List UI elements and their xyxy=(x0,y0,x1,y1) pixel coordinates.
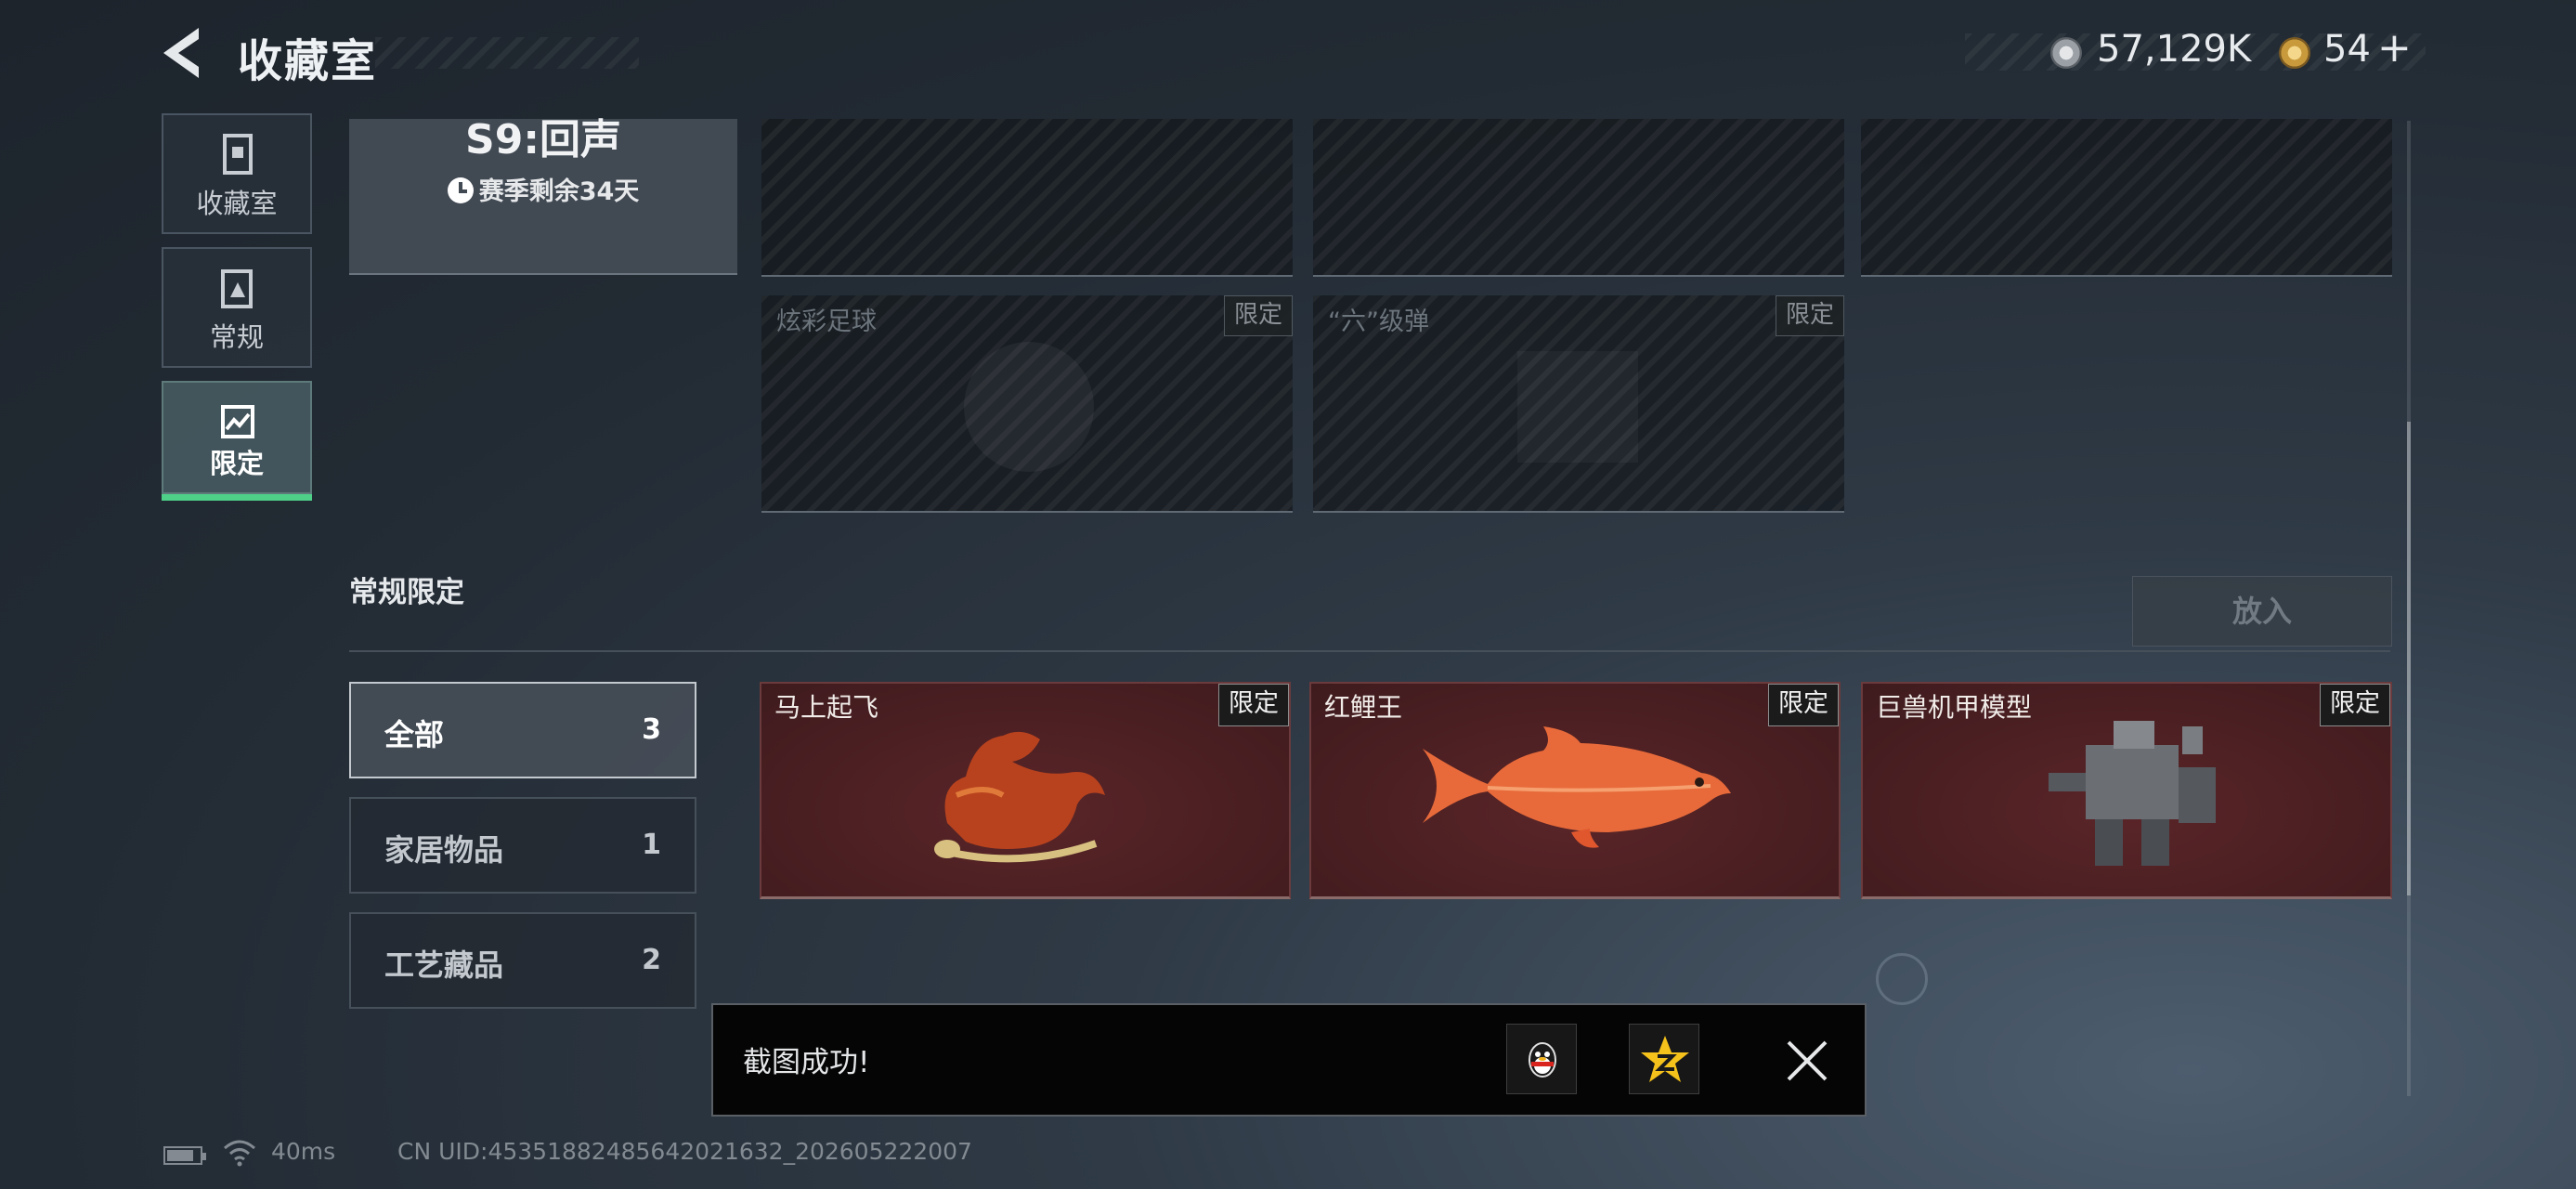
section-title: 常规限定 xyxy=(349,576,464,609)
currency2-add-button[interactable]: + xyxy=(2377,24,2412,72)
tab-regular[interactable]: 常规 xyxy=(162,247,312,368)
locked-item-card[interactable]: “六”级弹 限定 xyxy=(1313,295,1844,513)
tab-limited[interactable]: 限定 xyxy=(162,381,312,494)
qq-icon xyxy=(1529,1042,1556,1078)
locked-item-card[interactable] xyxy=(761,119,1293,277)
locked-item-name: “六”级弹 xyxy=(1328,307,1429,336)
toast-message: 截图成功! xyxy=(743,1046,870,1079)
qzone-icon xyxy=(1641,1036,1689,1082)
filter-count: 1 xyxy=(642,829,661,861)
filter-label: 全部 xyxy=(384,717,445,752)
item-card[interactable]: 红鲤王 限定 xyxy=(1309,682,1841,899)
share-qq-button[interactable] xyxy=(1506,1024,1577,1094)
cabinet-icon xyxy=(223,134,253,175)
close-icon[interactable] xyxy=(1785,1039,1829,1083)
ping-value: 40ms xyxy=(271,1138,336,1165)
tab-label: 限定 xyxy=(209,448,264,479)
put-in-button[interactable]: 放入 xyxy=(2132,576,2392,647)
tab-label: 常规 xyxy=(209,321,264,353)
title-decoration xyxy=(375,37,639,69)
bullet-silhouette-icon xyxy=(1517,351,1638,463)
limited-tag: 限定 xyxy=(1224,295,1293,336)
currency1-value: 57,129K xyxy=(2097,28,2252,71)
battery-icon xyxy=(163,1146,206,1165)
silver-coin-icon xyxy=(2050,37,2082,69)
back-arrow-icon[interactable] xyxy=(160,26,212,80)
locked-item-card[interactable] xyxy=(1313,119,1844,277)
rocking-horse-icon xyxy=(934,731,1105,863)
locked-item-card[interactable]: 炫彩足球 限定 xyxy=(761,295,1293,513)
divider xyxy=(349,650,2390,652)
page-title: 收藏室 xyxy=(238,35,378,87)
share-qzone-button[interactable] xyxy=(1629,1024,1699,1094)
document-icon xyxy=(221,269,253,308)
filter-count: 2 xyxy=(642,944,661,976)
gold-coin-icon xyxy=(2279,37,2310,69)
filter-label: 工艺藏品 xyxy=(384,947,504,983)
image-icon xyxy=(221,405,254,438)
mech-model-icon xyxy=(2049,721,2216,866)
item-card[interactable]: 马上起飞 限定 xyxy=(760,682,1291,899)
clock-icon xyxy=(447,177,474,203)
filter-all[interactable]: 全部 3 xyxy=(349,682,696,778)
tab-label: 收藏室 xyxy=(196,188,278,219)
active-tab-indicator xyxy=(162,494,312,501)
football-silhouette-icon xyxy=(964,342,1094,472)
season-title: S9:回声 xyxy=(465,116,621,163)
locked-item-name: 炫彩足球 xyxy=(776,307,877,336)
crosshair-icon xyxy=(1876,953,1928,1005)
limited-tag: 限定 xyxy=(1776,295,1844,336)
filter-label: 家居物品 xyxy=(384,832,504,868)
filter-crafts[interactable]: 工艺藏品 2 xyxy=(349,912,696,1009)
wifi-icon xyxy=(224,1140,255,1167)
red-carp-icon xyxy=(1423,726,1731,848)
filter-home-goods[interactable]: 家居物品 1 xyxy=(349,797,696,894)
locked-item-card[interactable] xyxy=(1861,119,2392,277)
item-card[interactable]: 巨兽机甲模型 限定 xyxy=(1861,682,2392,899)
currency2-value: 54 xyxy=(2323,28,2371,71)
filter-count: 3 xyxy=(642,713,661,746)
season-remaining: 赛季剩余34天 xyxy=(349,171,737,207)
uid-text: CN UID:4535188248564​2021632_20260522200… xyxy=(397,1138,972,1165)
tab-collection-room[interactable]: 收藏室 xyxy=(162,113,312,234)
scrollbar-thumb[interactable] xyxy=(2407,422,2411,895)
